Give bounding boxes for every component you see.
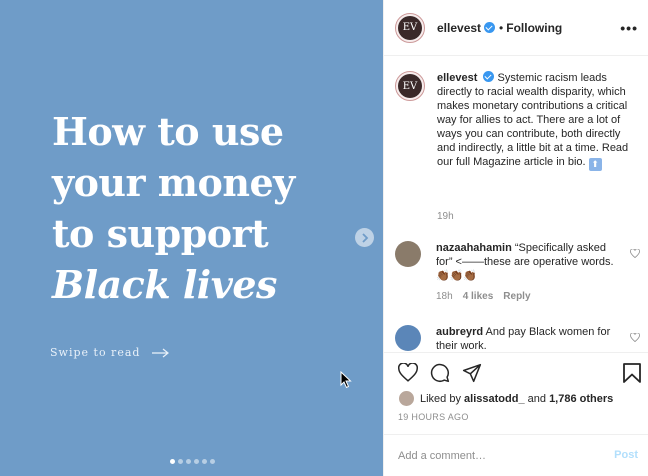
- separator: •: [499, 20, 504, 35]
- liked-prefix: Liked by: [420, 392, 461, 405]
- avatar[interactable]: EV: [395, 71, 425, 101]
- carousel-dot: [210, 459, 215, 464]
- comment-likes[interactable]: 4 likes: [463, 290, 494, 304]
- arrow-right-icon: [152, 348, 170, 357]
- reply-button[interactable]: Reply: [503, 290, 530, 304]
- mouse-cursor-icon: [340, 371, 352, 389]
- liked-others[interactable]: 1,786 others: [549, 393, 613, 405]
- avatar[interactable]: [395, 241, 421, 267]
- caption-text-block: ellevest Systemic racism leads directly …: [437, 71, 640, 171]
- post-actions: Liked by alissatodd_ and 1,786 others 19…: [384, 352, 648, 422]
- post-comment-button[interactable]: Post: [614, 449, 638, 461]
- post-side-panel: EV ellevest • Following ••• EV ellevest …: [383, 0, 648, 476]
- carousel-dot: [202, 459, 207, 464]
- verified-badge-icon: [484, 22, 496, 33]
- liked-and: and: [527, 392, 546, 405]
- chevron-right-icon: [361, 232, 368, 243]
- comment-input[interactable]: [398, 449, 598, 462]
- comment-username[interactable]: aubreyrd: [436, 326, 483, 338]
- headline-line: How to use: [52, 109, 284, 154]
- list-item: nazaahahamin “Specifically asked for” <—…: [395, 241, 640, 304]
- liked-user[interactable]: alissatodd_: [464, 393, 525, 405]
- header-username[interactable]: ellevest: [437, 21, 481, 35]
- post-header: EV ellevest • Following •••: [384, 0, 648, 56]
- post-image[interactable]: How to use your money to support Black l…: [0, 0, 383, 476]
- bookmark-icon[interactable]: [623, 363, 641, 383]
- caption-text: Systemic racism leads directly to racial…: [437, 72, 629, 168]
- swipe-text: Swipe to read: [50, 346, 141, 359]
- comments-list[interactable]: EV ellevest Systemic racism leads direct…: [384, 57, 648, 352]
- caption-timestamp[interactable]: 19h: [437, 211, 454, 222]
- carousel-dot: [178, 459, 183, 464]
- clap-emoji-icon: 👏🏾👏🏾👏🏾: [436, 270, 478, 282]
- comment-meta: 18h 4 likes Reply: [436, 290, 616, 304]
- caption-username[interactable]: ellevest: [437, 72, 477, 84]
- like-comment-heart-icon[interactable]: [630, 249, 640, 258]
- carousel-dot: [186, 459, 191, 464]
- list-item: aubreyrd And pay Black women for their w…: [395, 325, 640, 352]
- avatar-text: EV: [398, 15, 422, 40]
- comment-body: nazaahahamin “Specifically asked for” <—…: [436, 241, 616, 304]
- avatar[interactable]: EV: [395, 12, 425, 43]
- action-icons: [398, 363, 482, 383]
- verified-badge-icon: [483, 71, 495, 82]
- more-options-icon[interactable]: •••: [620, 20, 638, 36]
- comment-username[interactable]: nazaahahamin: [436, 242, 512, 254]
- carousel-dot: [170, 459, 175, 464]
- carousel-dot: [194, 459, 199, 464]
- post-caption: EV ellevest Systemic racism leads direct…: [395, 71, 640, 171]
- up-arrow-emoji-icon: ⬆: [588, 158, 602, 171]
- add-comment-bar: Post: [384, 434, 648, 476]
- next-slide-button[interactable]: [355, 228, 374, 247]
- headline-line: your money: [52, 160, 295, 205]
- comment-icon[interactable]: [430, 363, 450, 383]
- post-headline: How to use your money to support Black l…: [52, 106, 295, 310]
- headline-line: to support: [52, 211, 269, 256]
- following-button[interactable]: Following: [506, 21, 562, 35]
- like-comment-heart-icon[interactable]: [630, 333, 640, 342]
- swipe-hint: Swipe to read: [50, 346, 170, 359]
- like-heart-icon[interactable]: [398, 363, 418, 382]
- share-icon[interactable]: [462, 363, 482, 383]
- headline-italic-line: Black lives: [52, 262, 277, 307]
- carousel-indicator: [170, 459, 215, 464]
- comment-time[interactable]: 18h: [436, 290, 453, 304]
- avatar-text: EV: [398, 74, 422, 98]
- avatar[interactable]: [395, 325, 421, 351]
- liked-by: Liked by alissatodd_ and 1,786 others: [399, 391, 613, 406]
- comment-body: aubreyrd And pay Black women for their w…: [436, 325, 616, 352]
- avatar[interactable]: [399, 391, 414, 406]
- post-time-ago[interactable]: 19 HOURS AGO: [398, 412, 469, 422]
